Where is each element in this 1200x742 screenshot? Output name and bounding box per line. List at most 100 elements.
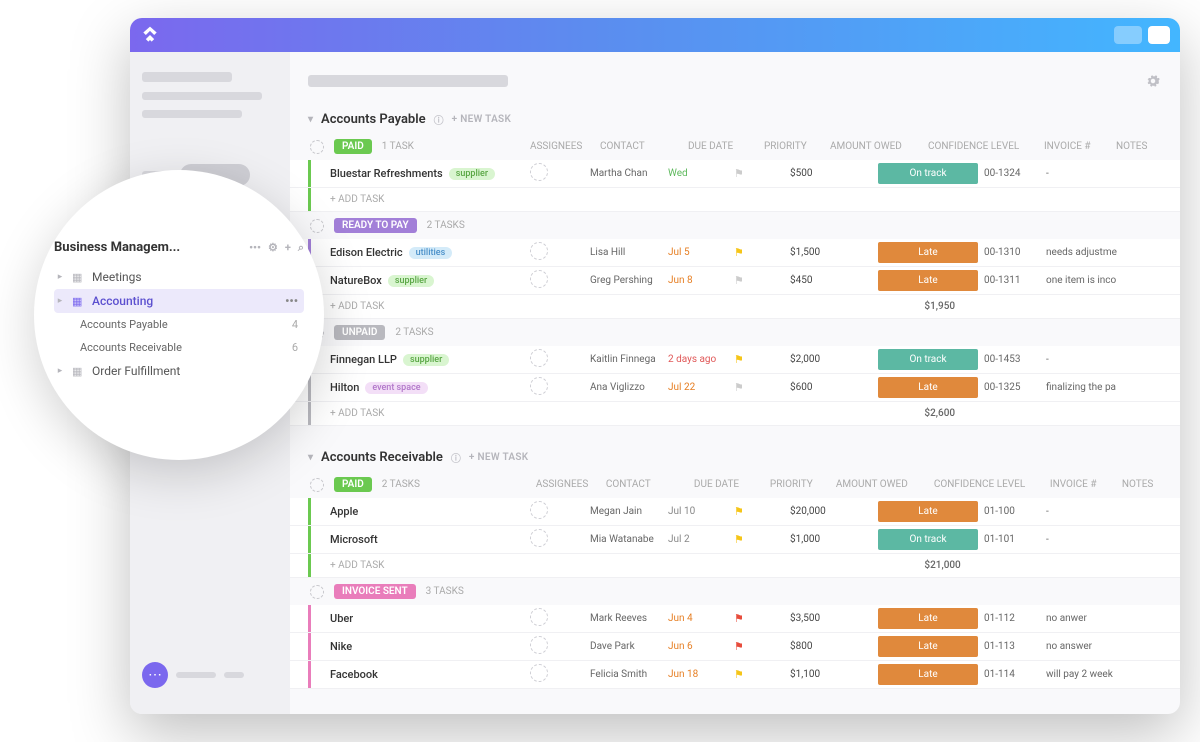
collapse-icon[interactable]: ▾ <box>308 114 313 125</box>
confidence-badge[interactable]: Late <box>878 636 978 657</box>
notes-cell: finalizing the pa <box>1046 382 1180 393</box>
list-label: Accounts Receivable <box>80 341 182 354</box>
priority-flag-icon[interactable]: ⚑ <box>734 353 744 366</box>
invoice-cell: 00-1311 <box>984 275 1046 286</box>
chat-icon[interactable]: ⋯ <box>142 662 168 688</box>
notes-cell: - <box>1046 534 1180 545</box>
table-row[interactable]: NatureBoxsupplier Greg Pershing Jun 8 ⚑ … <box>290 267 1180 295</box>
folder-item[interactable]: ▸ ▦ Order Fulfillment <box>54 359 304 383</box>
assignee-icon[interactable] <box>530 501 548 519</box>
due-date-cell[interactable]: Jun 4 <box>668 613 734 624</box>
table-row[interactable]: Finnegan LLPsupplier Kaitlin Finnega 2 d… <box>290 346 1180 374</box>
table-row[interactable]: Bluestar Refreshmentssupplier Martha Cha… <box>290 160 1180 188</box>
new-task-button[interactable]: + NEW TASK <box>452 114 512 125</box>
task-name: Edison Electric <box>330 246 403 259</box>
confidence-badge[interactable]: On track <box>878 529 978 550</box>
table-row[interactable]: Edison Electricutilities Lisa Hill Jul 5… <box>290 239 1180 267</box>
due-date-cell[interactable]: Jun 18 <box>668 669 734 680</box>
titlebar-solid-button[interactable] <box>1148 26 1170 44</box>
list-count: 4 <box>292 318 298 331</box>
table-row[interactable]: Uber Mark Reeves Jun 4 ⚑ $3,500 Late 01-… <box>290 605 1180 633</box>
assignee-icon[interactable] <box>530 529 548 547</box>
priority-flag-icon[interactable]: ⚑ <box>734 668 744 681</box>
subtotal: $21,000 <box>924 560 1012 571</box>
priority-flag-icon[interactable]: ⚑ <box>734 612 744 625</box>
task-tag[interactable]: supplier <box>449 168 495 180</box>
due-date-cell[interactable]: Wed <box>668 168 734 179</box>
confidence-badge[interactable]: Late <box>878 664 978 685</box>
notes-cell: one item is inco <box>1046 275 1180 286</box>
table-row[interactable]: Microsoft Mia Watanabe Jul 2 ⚑ $1,000 On… <box>290 526 1180 554</box>
info-icon[interactable]: ⓘ <box>451 450 461 465</box>
more-icon[interactable]: ••• <box>285 294 298 308</box>
add-task-button[interactable]: + ADD TASK <box>290 188 1180 212</box>
assignee-icon[interactable] <box>530 664 548 682</box>
search-icon[interactable]: ⌕ <box>298 241 304 255</box>
task-tag[interactable]: event space <box>365 382 427 394</box>
group-check-icon[interactable] <box>310 478 324 492</box>
titlebar-ghost-button[interactable] <box>1114 26 1142 44</box>
group-check-icon[interactable] <box>310 585 324 599</box>
status-chip[interactable]: PAID <box>334 139 372 154</box>
add-task-button[interactable]: + ADD TASK$1,950 <box>290 295 1180 319</box>
status-chip[interactable]: PAID <box>334 477 372 492</box>
more-icon[interactable]: ••• <box>249 241 261 254</box>
confidence-badge[interactable]: Late <box>878 377 978 398</box>
table-row[interactable]: Hiltonevent space Ana Viglizzo Jul 22 ⚑ … <box>290 374 1180 402</box>
priority-flag-icon[interactable]: ⚑ <box>734 246 744 259</box>
priority-flag-icon[interactable]: ⚑ <box>734 274 744 287</box>
assignee-icon[interactable] <box>530 163 548 181</box>
list-item[interactable]: Accounts Payable4 <box>80 313 304 336</box>
priority-flag-icon[interactable]: ⚑ <box>734 640 744 653</box>
folder-item[interactable]: ▸ ▦ Meetings <box>54 265 304 289</box>
table-row[interactable]: Nike Dave Park Jun 6 ⚑ $800 Late 01-113 … <box>290 633 1180 661</box>
confidence-badge[interactable]: On track <box>878 163 978 184</box>
amount-cell: $1,100 <box>790 669 878 680</box>
priority-flag-icon[interactable]: ⚑ <box>734 505 744 518</box>
info-icon[interactable]: ⓘ <box>434 112 444 127</box>
status-chip[interactable]: INVOICE SENT <box>334 584 416 599</box>
confidence-badge[interactable]: Late <box>878 608 978 629</box>
add-task-button[interactable]: + ADD TASK$21,000 <box>290 554 1180 578</box>
status-chip[interactable]: READY TO PAY <box>334 218 417 233</box>
assignee-icon[interactable] <box>530 270 548 288</box>
folder-item[interactable]: ▸ ▦ Accounting ••• <box>54 289 304 313</box>
task-tag[interactable]: supplier <box>388 275 434 287</box>
due-date-cell[interactable]: Jun 8 <box>668 275 734 286</box>
status-chip[interactable]: UNPAID <box>334 325 385 340</box>
due-date-cell[interactable]: 2 days ago <box>668 354 734 365</box>
new-task-button[interactable]: + NEW TASK <box>469 452 529 463</box>
priority-flag-icon[interactable]: ⚑ <box>734 533 744 546</box>
group-check-icon[interactable] <box>310 219 324 233</box>
due-date-cell[interactable]: Jun 6 <box>668 641 734 652</box>
task-tag[interactable]: supplier <box>403 354 449 366</box>
gear-icon[interactable]: ⚙ <box>268 241 278 254</box>
task-name: Nike <box>330 640 352 653</box>
confidence-badge[interactable]: Late <box>878 270 978 291</box>
list-item[interactable]: Accounts Receivable 6 <box>80 336 304 359</box>
collapse-icon[interactable]: ▾ <box>308 452 313 463</box>
gear-icon[interactable] <box>1144 72 1162 90</box>
add-task-button[interactable]: + ADD TASK$2,600 <box>290 402 1180 426</box>
due-date-cell[interactable]: Jul 22 <box>668 382 734 393</box>
due-date-cell[interactable]: Jul 5 <box>668 247 734 258</box>
due-date-cell[interactable]: Jul 10 <box>668 506 734 517</box>
group-count: 1 TASK <box>382 141 414 152</box>
assignee-icon[interactable] <box>530 608 548 626</box>
assignee-icon[interactable] <box>530 242 548 260</box>
due-date-cell[interactable]: Jul 2 <box>668 534 734 545</box>
assignee-icon[interactable] <box>530 349 548 367</box>
priority-flag-icon[interactable]: ⚑ <box>734 381 744 394</box>
priority-flag-icon[interactable]: ⚑ <box>734 167 744 180</box>
confidence-badge[interactable]: Late <box>878 242 978 263</box>
confidence-badge[interactable]: Late <box>878 501 978 522</box>
confidence-badge[interactable]: On track <box>878 349 978 370</box>
table-row[interactable]: Facebook Felicia Smith Jun 18 ⚑ $1,100 L… <box>290 661 1180 689</box>
assignee-icon[interactable] <box>530 636 548 654</box>
plus-icon[interactable]: + <box>285 241 291 254</box>
list-count: 6 <box>292 341 298 354</box>
task-tag[interactable]: utilities <box>409 247 453 259</box>
assignee-icon[interactable] <box>530 377 548 395</box>
group-check-icon[interactable] <box>310 140 324 154</box>
table-row[interactable]: Apple Megan Jain Jul 10 ⚑ $20,000 Late 0… <box>290 498 1180 526</box>
